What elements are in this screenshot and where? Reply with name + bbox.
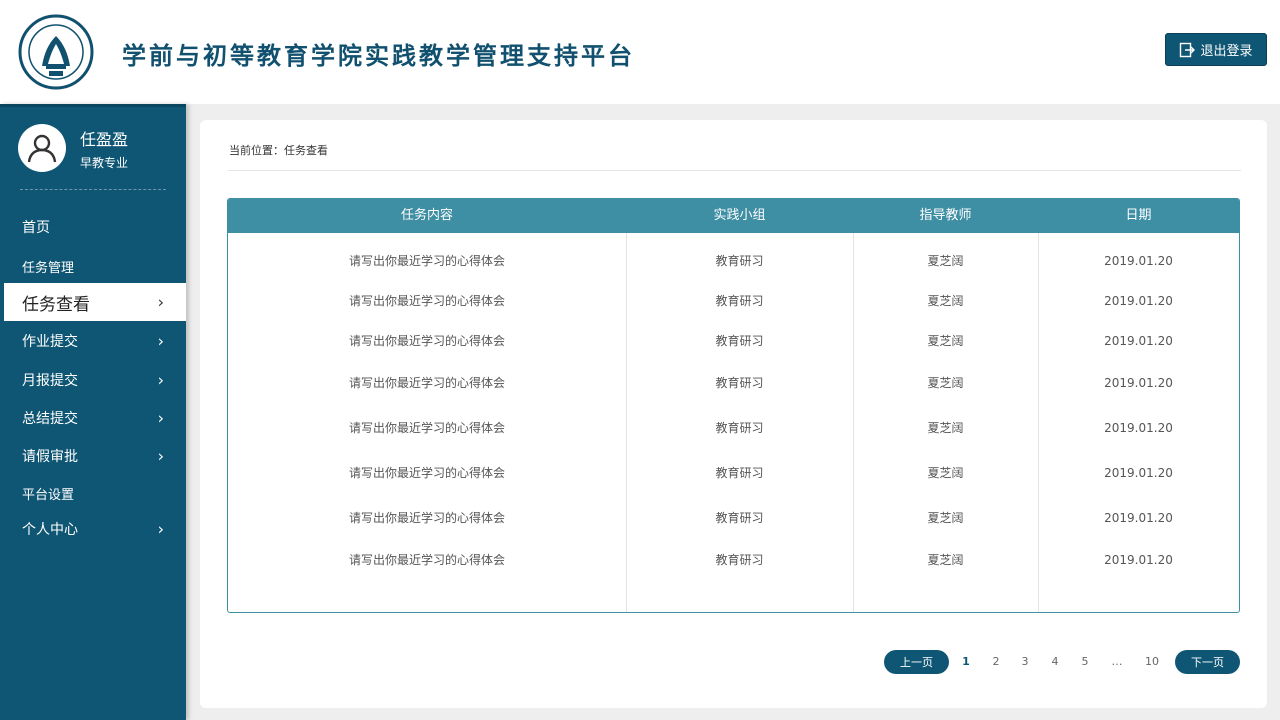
cell-task-content: 请写出你最近学习的心得体会 [348, 376, 505, 390]
sidebar-item-home[interactable]: 首页 [4, 208, 186, 246]
top-header: 学前与初等教育学院实践教学管理支持平台 退出登录 [0, 0, 1280, 104]
sidebar-item-label: 月报提交 [22, 373, 78, 389]
prev-page-button[interactable]: 上一页 [884, 650, 949, 674]
user-major: 早教专业 [80, 156, 129, 170]
sidebar-item-summary-submit[interactable]: 总结提交 › [4, 399, 186, 437]
cell-task-content: 请写出你最近学习的心得体会 [348, 334, 505, 348]
chevron-right-icon: › [157, 408, 164, 428]
cell-teacher: 夏芝阔 [927, 553, 964, 567]
sidebar-item-label: 任务管理 [22, 260, 75, 276]
cell-date: 2019.01.20 [1104, 254, 1173, 268]
cell-task-content: 请写出你最近学习的心得体会 [348, 466, 505, 480]
chevron-right-icon: › [157, 519, 164, 539]
main-panel: 当前位置：任务查看 任务内容 实践小组 指导教师 日期 请写出你最近学习的心得体… [200, 120, 1267, 708]
sidebar-item-label: 作业提交 [22, 334, 78, 350]
column-header-date[interactable]: 日期 [1038, 199, 1239, 233]
cell-date: 2019.01.20 [1104, 376, 1173, 390]
sidebar-top-border [0, 104, 186, 107]
cell-task-content: 请写出你最近学习的心得体会 [348, 421, 505, 435]
sidebar-item-label: 平台设置 [22, 487, 75, 503]
logout-icon [1180, 42, 1196, 57]
page-number[interactable]: 2 [986, 654, 1006, 670]
cell-date: 2019.01.20 [1104, 511, 1173, 525]
cell-date: 2019.01.20 [1104, 553, 1173, 567]
cell-practice-group: 教育研习 [715, 511, 764, 525]
page-number[interactable]: 5 [1075, 654, 1095, 670]
sidebar-item-label: 总结提交 [22, 411, 78, 427]
cell-practice-group: 教育研习 [715, 294, 764, 308]
column-header-task-content[interactable]: 任务内容 [228, 199, 626, 233]
cell-teacher: 夏芝阔 [927, 254, 964, 268]
sidebar-item-homework-submit[interactable]: 作业提交 › [4, 322, 186, 360]
cell-practice-group: 教育研习 [715, 466, 764, 480]
cell-teacher: 夏芝阔 [927, 294, 964, 308]
cell-teacher: 夏芝阔 [927, 334, 964, 348]
cell-practice-group: 教育研习 [715, 334, 764, 348]
chevron-right-icon: › [157, 292, 164, 312]
university-logo [18, 14, 94, 90]
app-title: 学前与初等教育学院实践教学管理支持平台 [122, 42, 635, 70]
chevron-right-icon: › [157, 370, 164, 390]
avatar[interactable] [18, 124, 66, 172]
sidebar-item-monthly-report[interactable]: 月报提交 › [4, 361, 186, 399]
cell-task-content: 请写出你最近学习的心得体会 [348, 294, 505, 308]
sidebar-item-task-management[interactable]: 任务管理 [4, 247, 186, 285]
column-header-practice-group[interactable]: 实践小组 [626, 199, 853, 233]
page-number[interactable]: 4 [1045, 654, 1065, 670]
logout-label: 退出登录 [1200, 44, 1253, 59]
cell-teacher: 夏芝阔 [927, 421, 964, 435]
breadcrumb-divider [228, 170, 1241, 171]
cell-practice-group: 教育研习 [715, 421, 764, 435]
cell-teacher: 夏芝阔 [927, 376, 964, 390]
cell-task-content: 请写出你最近学习的心得体会 [348, 254, 505, 268]
cell-date: 2019.01.20 [1104, 466, 1173, 480]
cell-practice-group: 教育研习 [715, 376, 764, 390]
sidebar-item-label: 首页 [22, 220, 50, 236]
cell-practice-group: 教育研习 [715, 553, 764, 567]
page-number[interactable]: 10 [1142, 654, 1162, 670]
chevron-right-icon: › [157, 446, 164, 466]
page-number[interactable]: 3 [1015, 654, 1035, 670]
sidebar-item-label: 个人中心 [22, 522, 78, 538]
user-name: 任盈盈 [80, 130, 129, 149]
sidebar-item-label: 任务查看 [22, 294, 90, 315]
cell-date: 2019.01.20 [1104, 334, 1173, 348]
table-header: 任务内容 实践小组 指导教师 日期 [228, 199, 1239, 233]
column-header-teacher[interactable]: 指导教师 [853, 199, 1038, 233]
sidebar-divider [20, 189, 166, 190]
sidebar: 任盈盈 早教专业 首页 任务管理 任务查看 › 作业提交 › 月报提交 › 总结… [0, 104, 186, 720]
chevron-right-icon: › [157, 331, 164, 351]
task-table: 任务内容 实践小组 指导教师 日期 请写出你最近学习的心得体会 教育研习 夏芝阔 20… [227, 198, 1240, 613]
page-number[interactable]: 1 [956, 654, 976, 670]
sidebar-item-leave-approval[interactable]: 请假审批 › [4, 437, 186, 475]
cell-date: 2019.01.20 [1104, 421, 1173, 435]
sidebar-item-task-view[interactable]: 任务查看 › [4, 283, 186, 321]
next-page-button[interactable]: 下一页 [1175, 650, 1240, 674]
breadcrumb: 当前位置：任务查看 [229, 144, 328, 157]
logout-button[interactable]: 退出登录 [1165, 33, 1267, 66]
cell-teacher: 夏芝阔 [927, 466, 964, 480]
sidebar-item-personal-center[interactable]: 个人中心 › [4, 510, 186, 548]
cell-practice-group: 教育研习 [715, 254, 764, 268]
page-ellipsis: … [1111, 655, 1123, 668]
cell-date: 2019.01.20 [1104, 294, 1173, 308]
sidebar-item-platform-settings[interactable]: 平台设置 [4, 474, 186, 512]
cell-task-content: 请写出你最近学习的心得体会 [348, 511, 505, 525]
user-icon [27, 134, 57, 163]
cell-task-content: 请写出你最近学习的心得体会 [348, 553, 505, 567]
sidebar-item-label: 请假审批 [22, 449, 78, 465]
cell-teacher: 夏芝阔 [927, 511, 964, 525]
